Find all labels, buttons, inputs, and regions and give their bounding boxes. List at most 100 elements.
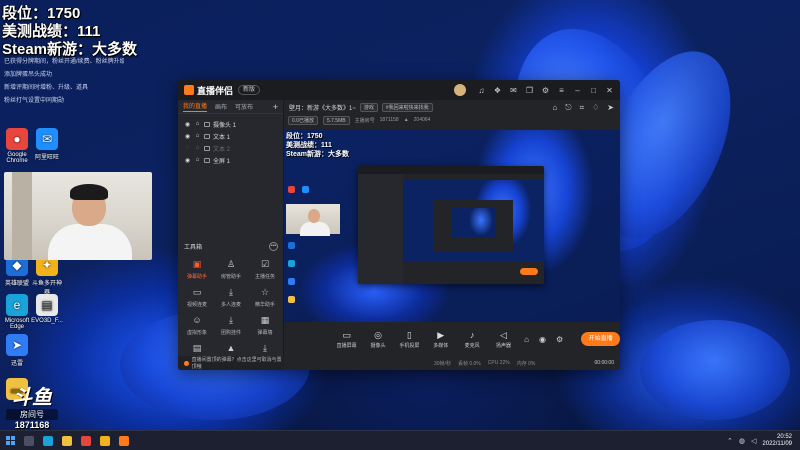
edge-icon[interactable] [43,435,53,446]
network-icon[interactable]: ◍ [739,437,745,445]
tool-video-link[interactable]: ▭ 视频连麦 [180,286,214,308]
wall-icon: ▦ [260,315,270,325]
tool-streamer-task[interactable]: ☑ 主播任务 [248,258,282,280]
lock-icon[interactable]: ⌂ [194,121,201,127]
tab-layout[interactable]: 可放布 [235,102,253,111]
desktop-icon-label: 迅雷 [10,361,23,367]
room-label: 房间号 [6,409,58,420]
tool-highlight[interactable]: ☆ 精华助手 [248,286,282,308]
tool-avatar[interactable]: ☺ 虚拟形象 [180,314,214,336]
eye-icon[interactable]: ◉ [184,121,191,128]
tool-extra[interactable]: ⤓ [248,342,282,357]
tool-extra[interactable]: ▲ [214,342,248,357]
add-scene-icon[interactable]: + [273,102,278,112]
close-icon[interactable]: ✕ [605,86,614,95]
lock-icon[interactable]: ⌂ [194,145,201,151]
desktop-icon-label: Google Chrome [6,152,28,164]
tool-group-buy[interactable]: ⤓ 团购挂件 [214,314,248,336]
source-item[interactable]: ◉ ⌂ 摄像头 1 [178,118,283,130]
preview-bird-icon [288,278,295,285]
microphone-button[interactable]: ♪ 麦克风 [461,330,482,349]
edge-icon: e [6,294,28,316]
preview-game: Steam新游：大多数 [286,151,350,158]
source-label: 文本 1 [213,134,231,141]
desktop-icon-wangwang[interactable]: ✉ 阿里旺旺 [30,128,64,161]
desktop-icon-chrome[interactable]: ● Google Chrome [0,128,34,164]
send-icon[interactable]: ➤ [607,103,614,113]
bell-icon[interactable]: ♢ [592,103,599,113]
live-preview[interactable]: 段位：1750 美测战绩：111 Steam新游：大多数 [284,130,620,322]
chat-bubble-icon[interactable]: ❐ [525,86,534,95]
eye-icon[interactable]: ◉ [184,133,191,140]
more-tools-icon[interactable]: ••• [269,242,278,251]
source-item[interactable]: ◉ ⌂ 文本 1 [178,130,283,142]
speaker-button[interactable]: ◁ 扬声器 [493,330,514,349]
eye-hidden-icon[interactable]: ◌ [184,145,191,151]
phone-cast-button[interactable]: ▯ 手机投屏 [399,330,420,349]
webcam-button[interactable]: ◎ 摄像头 [367,330,388,349]
bitrate-pill: 5.7.5MB [322,115,350,125]
volume-icon[interactable]: ◁ [751,437,756,445]
notice-dot-icon [184,360,189,366]
taskbar-clock[interactable]: 20:52 2022/11/09 [762,434,792,448]
live-companion-window: 直播伴侣 新版 ♫ ❖ ✉ ❐ ⚙ ≡ – □ ✕ 我的直播 画布 可放布 + … [178,80,620,370]
tool-room-manager[interactable]: ♙ 房管助手 [214,258,248,280]
version-badge[interactable]: 新版 [238,85,261,95]
settings-icon[interactable]: ⚙ [541,86,550,95]
folder-icon[interactable] [62,435,72,446]
status-bar: 30帧/秒 丢帧 0.0% CPU 22% 内存 0% 00:00:00 [284,356,620,370]
eye-icon[interactable]: ◉ [184,157,191,164]
douyu-icon[interactable] [100,435,110,446]
toolbox-title: 工具箱 [184,245,203,251]
record-timer[interactable]: 00:00:00 [595,360,614,366]
lock-icon[interactable]: ⌂ [552,103,557,113]
notice-text: 直播间置顶的弹幕？点击这里可取消与置顶哦 [191,357,282,370]
bird-icon: ➤ [6,334,28,356]
headset-icon[interactable]: ♫ [477,86,486,95]
minimize-icon[interactable]: – [573,86,582,95]
gift-icon[interactable]: ❖ [493,86,502,95]
tool-danmu-wall[interactable]: ▦ 弹幕墙 [248,314,282,336]
tag-pill[interactable]: #我回来啦快来找我 [381,102,433,112]
screen-capture-button[interactable]: ▭ 直播屏幕 [336,330,357,349]
source-item[interactable]: ◌ ⌂ 文本 2 [178,142,283,154]
mail-icon[interactable]: ✉ [509,86,518,95]
lock-icon[interactable]: ⌂ [194,133,201,139]
start-menu-icon[interactable] [6,436,15,445]
lock-icon[interactable]: ⌂ [194,157,201,163]
desktop-icon-xunlei[interactable]: ➤ 迅雷 [0,334,34,367]
tab-my-live[interactable]: 我的直播 [183,101,208,112]
desktop-icon-evo3d[interactable]: ▤ EVO3D_F... [30,294,64,324]
eye-icon[interactable]: ◉ [539,335,546,344]
tab-canvas[interactable]: 画布 [215,102,227,111]
tool-multi-link[interactable]: ⤓ 多人连麦 [214,286,248,308]
desktop-icon-douyu-multi[interactable]: ✦ 斗鱼多开神器 [30,254,64,296]
screen-icon: ▭ [342,329,351,340]
share-icon[interactable]: ⎋ [565,103,571,113]
avatar-icon: ☺ [192,315,202,325]
system-tray: ⌃ ◍ ◁ 20:52 2022/11/09 [727,434,800,448]
room-id: 1871158 [379,117,399,123]
start-live-button[interactable]: 开始直播 [581,332,620,346]
desktop-icon-edge[interactable]: e Microsoft Edge [0,294,34,330]
chrome-icon: ● [6,128,28,150]
maximize-icon[interactable]: □ [589,86,598,95]
chevron-up-icon[interactable]: ⌃ [727,437,733,445]
chrome-icon[interactable] [81,435,91,446]
media-button[interactable]: ▶ 多媒体 [430,330,451,349]
pinned-notice[interactable]: 直播间置顶的弹幕？点击这里可取消与置顶哦 [178,356,284,370]
category-pill[interactable]: 游戏 [359,102,378,112]
menu-icon[interactable]: ≡ [557,86,566,95]
live-companion-icon[interactable] [119,435,129,446]
search-icon[interactable] [24,435,34,446]
lock-icon[interactable]: ⌂ [524,335,529,344]
tool-extra[interactable]: ▤ [180,342,214,357]
stream-title[interactable]: 壁月：新游《大多数》1~ [289,103,356,112]
crop-icon[interactable]: ⌗ [580,103,585,113]
tool-danmu-assistant[interactable]: ▣ 弹幕助手 [180,258,214,280]
danmu-list: 已获得分牌期间，粉丝开通/续费、粉丝牌升级 添加牌蛋吊头成功 新增评期间时增粉、… [4,56,124,108]
settings-icon[interactable]: ⚙ [556,335,563,344]
source-item[interactable]: ◉ ⌂ 全屏 1 [178,154,283,166]
user-avatar[interactable] [454,84,466,96]
download-icon: ⤓ [263,343,267,353]
